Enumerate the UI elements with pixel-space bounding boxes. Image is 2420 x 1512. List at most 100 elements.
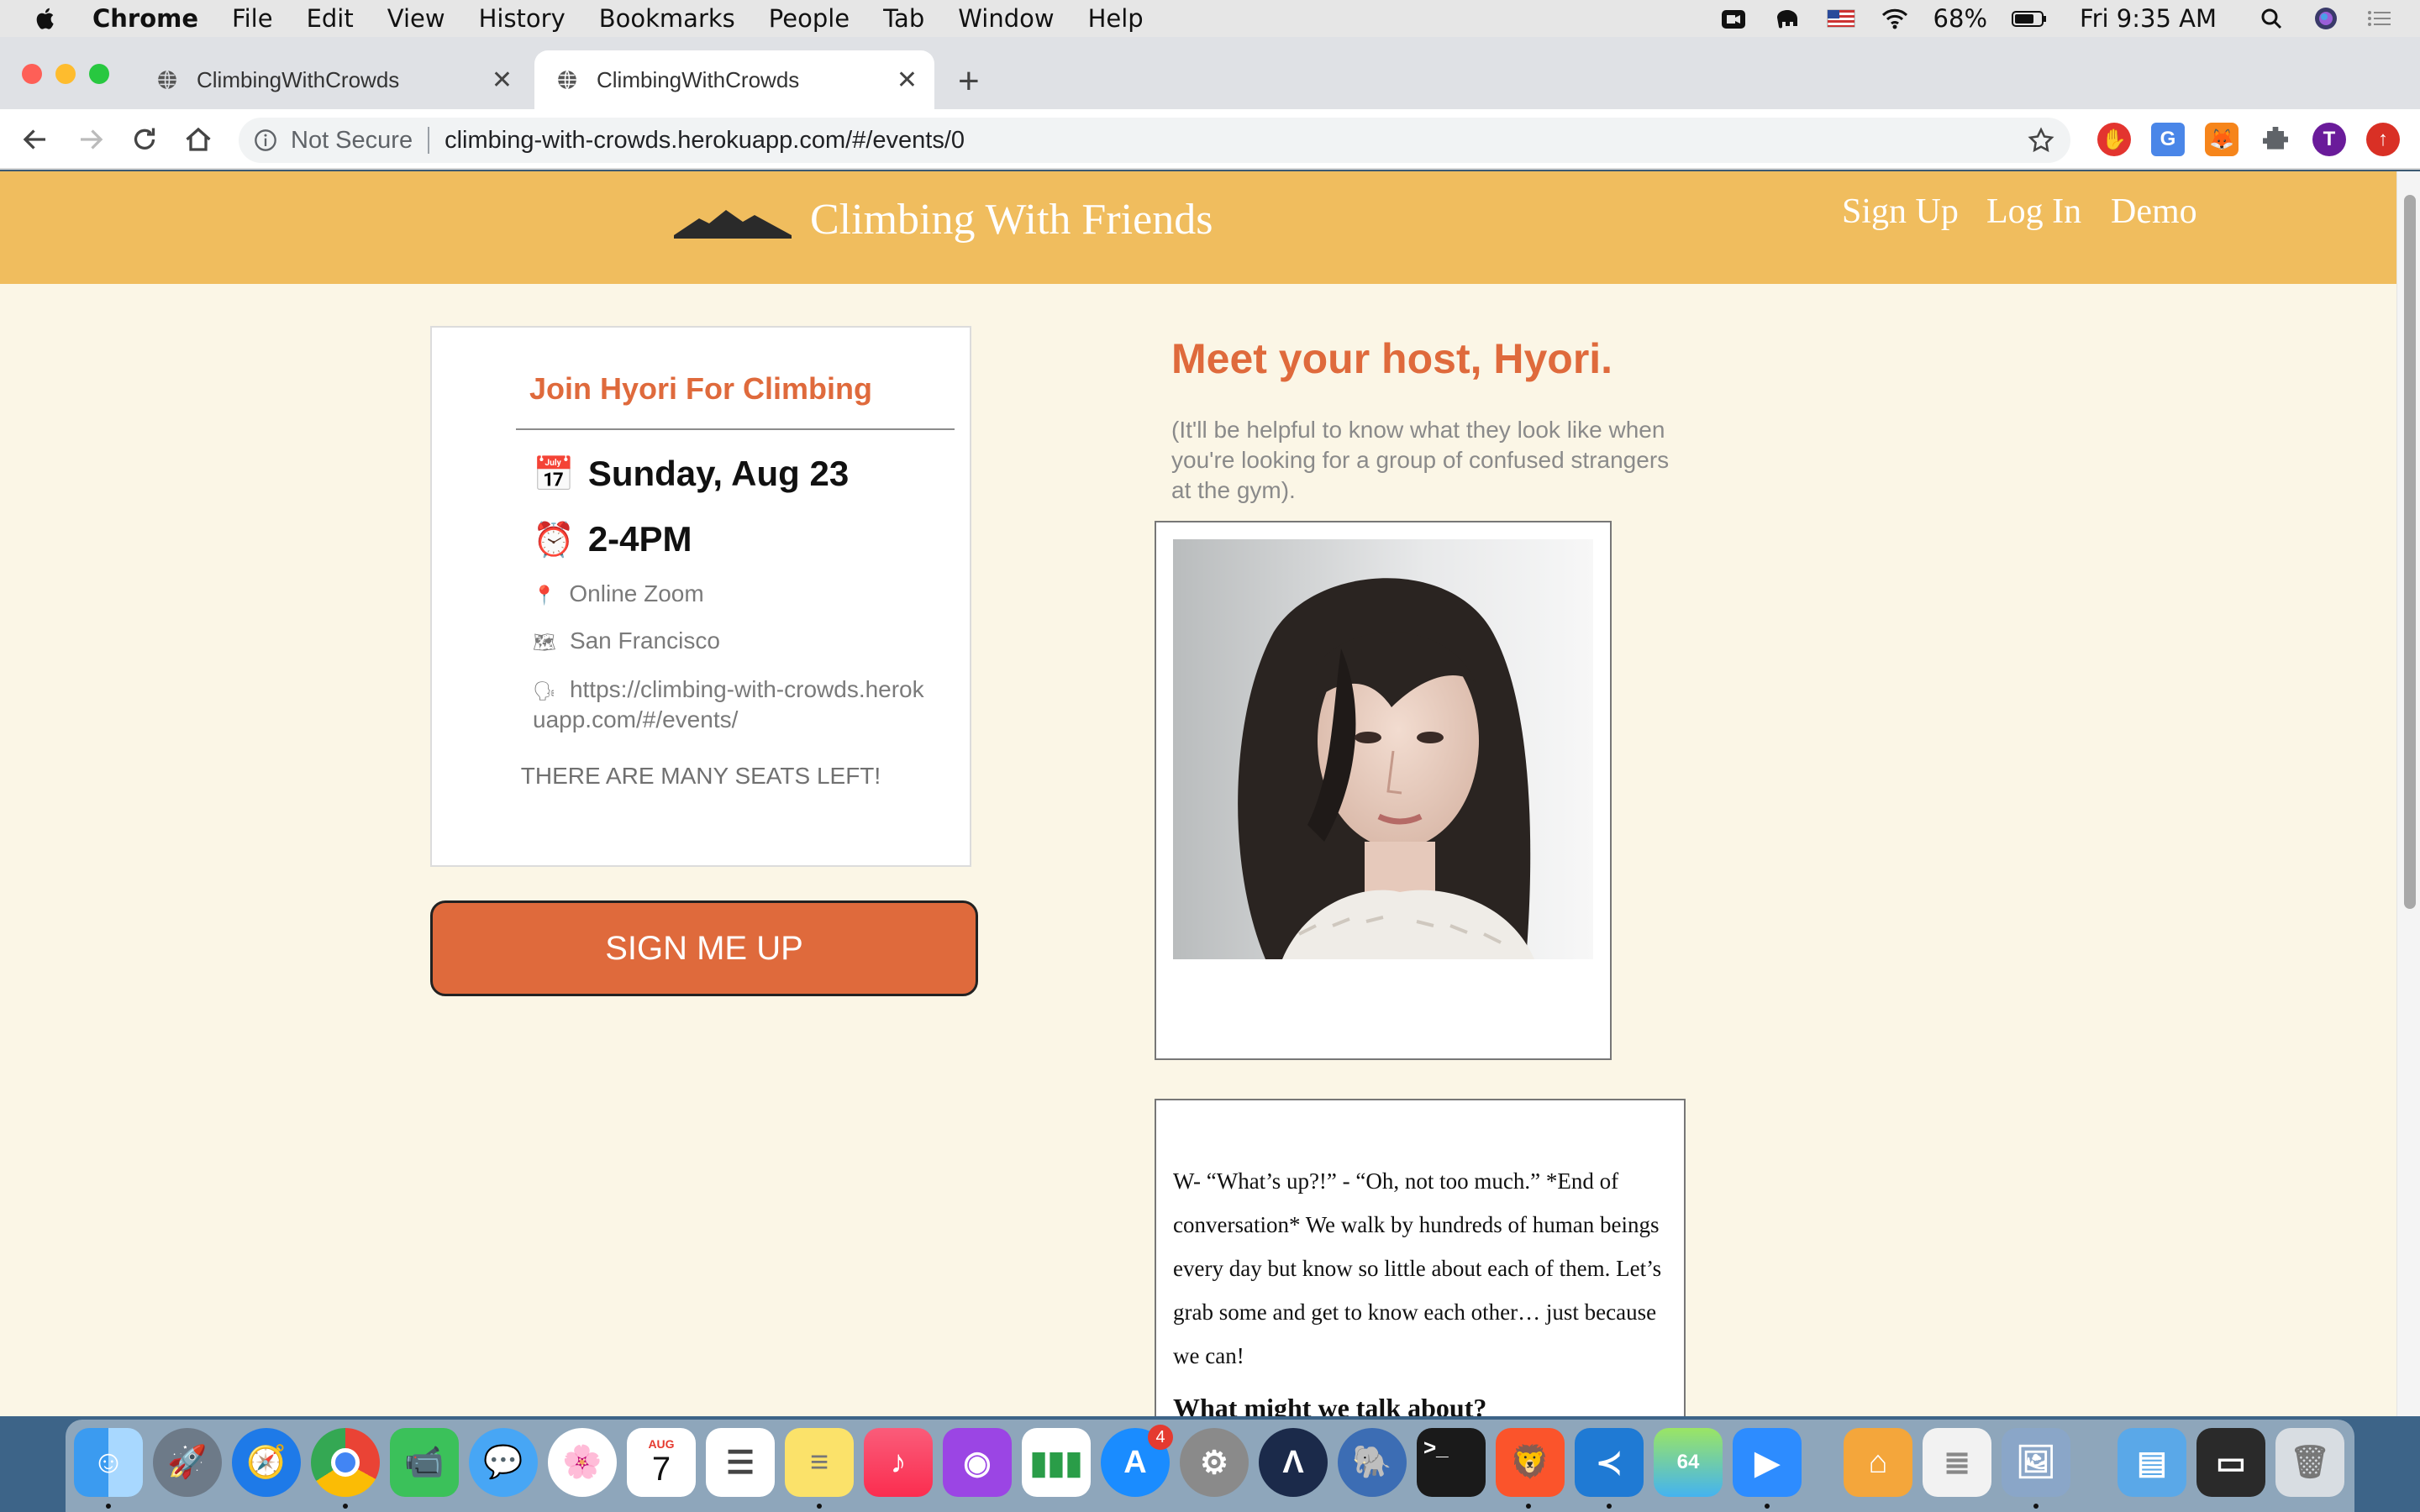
notes-icon[interactable]: ≡ — [785, 1428, 854, 1497]
menubar-clock[interactable]: Fri 9:35 AM — [2080, 4, 2217, 33]
security-label: Not Secure — [291, 126, 413, 154]
tab-close-icon[interactable]: ✕ — [492, 66, 513, 95]
tab-2-active[interactable]: ClimbingWithCrowds ✕ — [534, 50, 934, 109]
tableplus-elephant-icon[interactable]: 🐘 — [1338, 1428, 1407, 1497]
downloads-folder-icon[interactable]: ▤ — [2118, 1428, 2186, 1497]
apple-icon[interactable] — [34, 6, 59, 31]
page-scrollbar[interactable] — [2396, 171, 2420, 1416]
battery-icon[interactable] — [2011, 6, 2048, 31]
event-link-row: 🗣 https://climbing-with-crowds.herokuapp.… — [533, 675, 936, 734]
mountain-logo-icon[interactable] — [674, 205, 792, 239]
us-flag-icon[interactable] — [1826, 6, 1856, 31]
zoom-icon[interactable]: ▶ — [1733, 1428, 1802, 1497]
battery-percent: 68% — [1933, 4, 1988, 33]
event-title-divider — [516, 428, 955, 430]
address-bar[interactable]: Not Secure climbing-with-crowds.herokuap… — [239, 118, 2070, 163]
running-indicator — [343, 1504, 348, 1509]
document-icon[interactable]: ≣ — [1923, 1428, 1991, 1497]
menubar: Chrome File Edit View History Bookmarks … — [0, 0, 2420, 37]
menu-view[interactable]: View — [387, 4, 445, 33]
forward-arrow-icon[interactable] — [76, 124, 106, 155]
spotlight-search-icon[interactable] — [2257, 6, 2287, 31]
tab-close-icon[interactable]: ✕ — [897, 66, 918, 95]
tab-1[interactable]: ClimbingWithCrowds ✕ — [134, 50, 529, 109]
new-tab-plus-icon[interactable]: + — [958, 60, 980, 102]
launchpad-rocket-icon[interactable]: 🚀 — [153, 1428, 222, 1497]
globe-icon — [558, 70, 576, 90]
elephant-icon[interactable] — [1772, 6, 1802, 31]
wifi-icon[interactable] — [1880, 6, 1910, 31]
menu-help[interactable]: Help — [1088, 4, 1144, 33]
event-title: Join Hyori For Climbing — [529, 371, 872, 406]
photos-icon[interactable]: 🌸 — [548, 1428, 617, 1497]
screen-window-icon[interactable]: ▭ — [2196, 1428, 2265, 1497]
trash-icon[interactable]: 🗑 — [2275, 1428, 2344, 1497]
back-arrow-icon[interactable] — [20, 124, 50, 155]
menu-history[interactable]: History — [479, 4, 566, 33]
menu-file[interactable]: File — [232, 4, 273, 33]
chrome-icon[interactable] — [311, 1428, 380, 1497]
brave-lion-icon[interactable]: 🦁 — [1496, 1428, 1565, 1497]
calendar-app-icon[interactable]: AUG 7 — [627, 1428, 696, 1497]
nav-demo-link[interactable]: Demo — [2111, 192, 2197, 232]
host-bio: W- “What’s up?!” - “Oh, not too much.” *… — [1173, 1168, 1662, 1368]
nav-log-in-link[interactable]: Log In — [1986, 192, 2081, 232]
profile-avatar[interactable]: T — [2312, 123, 2346, 156]
page-viewport: Climbing With Friends Sign Up Log In Dem… — [0, 171, 2396, 1416]
site-title[interactable]: Climbing With Friends — [810, 195, 1213, 244]
menu-app-name[interactable]: Chrome — [92, 4, 198, 33]
music-icon[interactable]: ♪ — [864, 1428, 933, 1497]
arc-editor-icon[interactable]: Λ — [1259, 1428, 1328, 1497]
finder-icon[interactable]: ☺ — [74, 1428, 143, 1497]
facetime-icon[interactable]: 📹 — [390, 1428, 459, 1497]
bluestacks-icon[interactable]: 64 — [1654, 1428, 1723, 1497]
metamask-fox-extension-icon[interactable]: 🦊 — [2205, 123, 2238, 156]
map-icon: 🗺 — [533, 632, 556, 653]
adblock-extension-icon[interactable]: ✋ — [2097, 123, 2131, 156]
terminal-icon[interactable]: >_ — [1417, 1428, 1486, 1497]
sign-me-up-button[interactable]: SIGN ME UP — [430, 900, 978, 996]
podcasts-icon[interactable]: ◉ — [943, 1428, 1012, 1497]
running-indicator — [817, 1504, 822, 1509]
host-photo — [1173, 539, 1593, 959]
google-translate-extension-icon[interactable]: G — [2151, 123, 2185, 156]
url-text[interactable]: climbing-with-crowds.herokuapp.com/#/eve… — [445, 127, 965, 155]
system-preferences-gear-icon[interactable]: ⚙ — [1180, 1428, 1249, 1497]
scrollbar-thumb[interactable] — [2404, 195, 2416, 909]
running-indicator — [1765, 1504, 1770, 1509]
menu-tab[interactable]: Tab — [883, 4, 924, 33]
menu-window[interactable]: Window — [958, 4, 1054, 33]
menu-bookmarks[interactable]: Bookmarks — [599, 4, 735, 33]
numbers-chart-icon[interactable]: ▮▮▮ — [1022, 1428, 1091, 1497]
menu-edit[interactable]: Edit — [307, 4, 354, 33]
update-arrow-icon[interactable]: ↑ — [2366, 123, 2400, 156]
messages-icon[interactable]: 💬 — [469, 1428, 538, 1497]
extensions-puzzle-icon[interactable] — [2259, 123, 2292, 156]
running-indicator — [106, 1504, 111, 1509]
speaking-head-icon: 🗣 — [533, 680, 556, 701]
home-folder-icon[interactable]: ⌂ — [1844, 1428, 1912, 1497]
window-minimize-button[interactable] — [55, 64, 76, 84]
info-icon[interactable] — [254, 129, 277, 152]
preview-icon[interactable]: 🖼 — [2002, 1428, 2070, 1497]
running-indicator — [2033, 1504, 2039, 1509]
host-photo-card — [1155, 521, 1612, 1060]
tab-title: ClimbingWithCrowds — [197, 66, 400, 92]
siri-icon[interactable] — [2311, 6, 2341, 31]
reminders-icon[interactable]: ☰ — [706, 1428, 775, 1497]
host-heading: Meet your host, Hyori. — [1171, 335, 1613, 382]
event-link[interactable]: https://climbing-with-crowds.herokuapp.c… — [533, 676, 924, 732]
bookmark-star-icon[interactable] — [2027, 126, 2055, 155]
notification-center-icon[interactable] — [2365, 6, 2395, 31]
menu-people[interactable]: People — [769, 4, 850, 33]
vscode-icon[interactable]: ≺ — [1575, 1428, 1644, 1497]
safari-compass-icon[interactable]: 🧭 — [232, 1428, 301, 1497]
calendar-icon: 📅 — [533, 455, 575, 493]
reload-icon[interactable] — [129, 124, 160, 155]
home-icon[interactable] — [183, 124, 213, 155]
window-close-button[interactable] — [22, 64, 42, 84]
seats-status: THERE ARE MANY SEATS LEFT! — [520, 763, 881, 789]
window-zoom-button[interactable] — [89, 64, 109, 84]
nav-sign-up-link[interactable]: Sign Up — [1842, 192, 1959, 232]
video-camera-icon[interactable] — [1718, 6, 1749, 31]
